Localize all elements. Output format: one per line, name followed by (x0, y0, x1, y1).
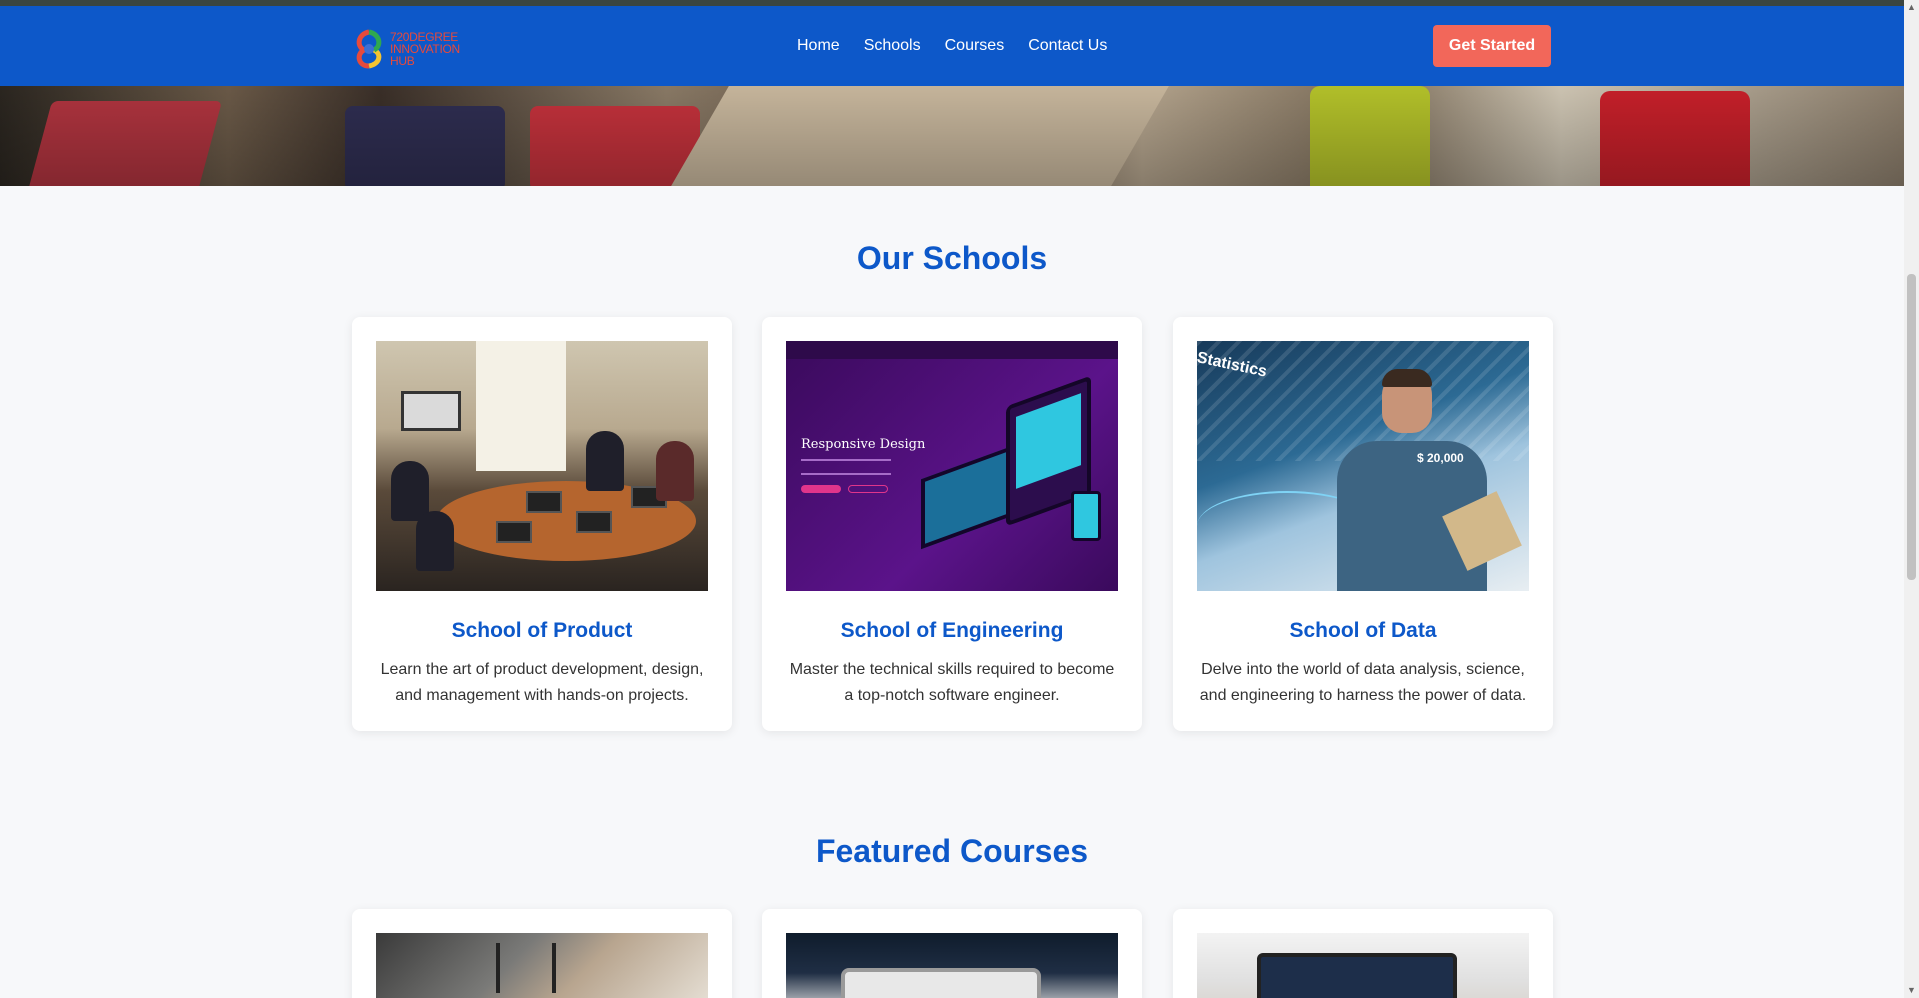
school-card-data[interactable]: Statistics $ 20,000 School of Data Delve… (1173, 317, 1553, 731)
school-card-title[interactable]: School of Engineering (762, 619, 1142, 643)
nav-links: Home Schools Courses Contact Us (797, 37, 1107, 55)
page-scrollbar[interactable]: ▲ ▼ (1904, 0, 1919, 998)
image-money-label: $ 20,000 (1417, 451, 1464, 465)
get-started-button[interactable]: Get Started (1433, 25, 1551, 67)
scroll-up-arrow-icon[interactable]: ▲ (1904, 0, 1919, 15)
logo[interactable]: 720DEGREE INNOVATION HUB (352, 28, 460, 70)
course-image (1197, 933, 1529, 998)
school-data-image: Statistics $ 20,000 (1197, 341, 1529, 591)
course-image (786, 933, 1118, 998)
navbar: 720DEGREE INNOVATION HUB Home Schools Co… (0, 6, 1904, 86)
image-caption: Responsive Design (801, 437, 926, 452)
school-card-description: Master the technical skills required to … (789, 661, 1115, 704)
school-card-description: Delve into the world of data analysis, s… (1199, 661, 1527, 704)
course-card[interactable] (352, 909, 732, 998)
school-card-description: Learn the art of product development, de… (380, 661, 704, 704)
school-product-image (376, 341, 708, 591)
scrollbar-thumb[interactable] (1907, 274, 1916, 580)
nav-link-courses[interactable]: Courses (945, 37, 1005, 55)
scroll-down-arrow-icon[interactable]: ▼ (1904, 983, 1919, 998)
school-card-product[interactable]: School of Product Learn the art of produ… (352, 317, 732, 731)
nav-link-home[interactable]: Home (797, 37, 840, 55)
logo-mark-icon (356, 29, 382, 69)
school-engineering-image: Responsive Design (786, 341, 1118, 591)
nav-link-schools[interactable]: Schools (864, 37, 921, 55)
nav-link-contact[interactable]: Contact Us (1028, 37, 1107, 55)
school-card-engineering[interactable]: Responsive Design School of Engineering … (762, 317, 1142, 731)
school-card-title[interactable]: School of Data (1173, 619, 1553, 643)
featured-courses-heading: Featured Courses (815, 833, 1089, 869)
logo-line: HUB (390, 54, 415, 68)
our-schools-heading: Our Schools (856, 240, 1048, 276)
logo-text: 720DEGREE INNOVATION HUB (390, 31, 460, 67)
course-card[interactable] (1173, 909, 1553, 998)
course-image (376, 933, 708, 998)
school-card-title[interactable]: School of Product (352, 619, 732, 643)
course-card[interactable] (762, 909, 1142, 998)
